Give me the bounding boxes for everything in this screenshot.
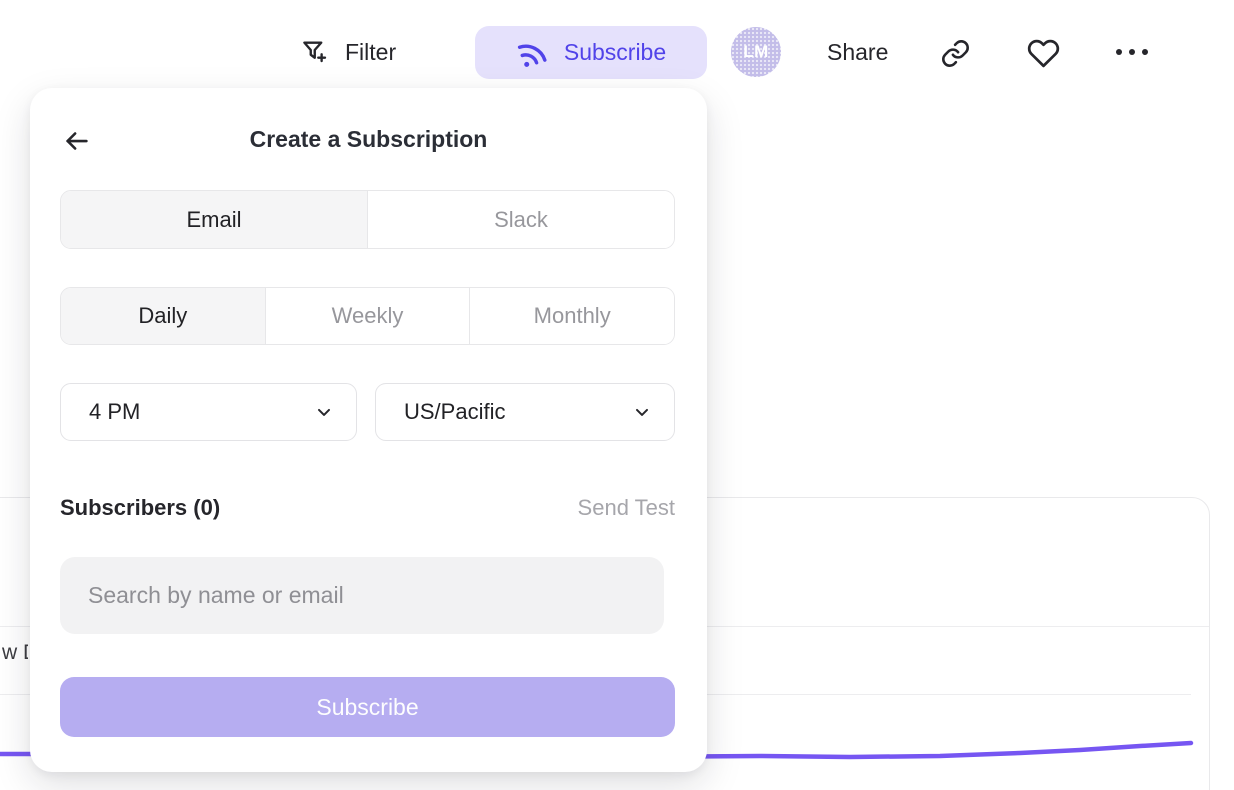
modal-subscribe-button[interactable]: Subscribe	[60, 677, 675, 737]
filter-icon	[300, 37, 330, 67]
time-select-value: 4 PM	[89, 399, 140, 425]
app-root: w D Filter Subscribe LM	[0, 0, 1234, 790]
timezone-select-value: US/Pacific	[404, 399, 505, 425]
tab-weekly[interactable]: Weekly	[265, 288, 470, 344]
frequency-tabs: Daily Weekly Monthly	[60, 287, 675, 345]
favorite-button[interactable]	[1026, 36, 1060, 70]
heart-icon	[1027, 37, 1060, 70]
rss-icon	[512, 32, 552, 72]
timezone-select[interactable]: US/Pacific	[375, 383, 675, 441]
subscribe-button[interactable]: Subscribe	[475, 26, 707, 79]
share-button[interactable]: Share	[827, 26, 888, 78]
background-text-fragment: w D	[2, 641, 28, 669]
more-menu-button[interactable]	[1112, 26, 1152, 78]
tab-daily[interactable]: Daily	[61, 288, 265, 344]
channel-tabs: Email Slack	[60, 190, 675, 249]
subscribe-label: Subscribe	[564, 39, 666, 66]
copy-link-button[interactable]	[938, 36, 972, 70]
chevron-down-icon	[314, 402, 334, 422]
subscriber-search-input[interactable]	[60, 557, 664, 634]
avatar[interactable]: LM	[731, 27, 781, 77]
chevron-down-icon	[632, 402, 652, 422]
avatar-initials: LM	[743, 42, 769, 62]
send-test-button[interactable]: Send Test	[578, 495, 675, 521]
tab-email[interactable]: Email	[61, 191, 367, 248]
subscribers-row: Subscribers (0) Send Test	[60, 492, 675, 524]
filter-button[interactable]: Filter	[300, 26, 396, 78]
modal-title: Create a Subscription	[30, 126, 707, 153]
ellipsis-icon	[1116, 49, 1122, 55]
tab-slack[interactable]: Slack	[367, 191, 674, 248]
time-select[interactable]: 4 PM	[60, 383, 357, 441]
filter-label: Filter	[345, 39, 396, 66]
subscribers-count-label: Subscribers (0)	[60, 495, 220, 521]
create-subscription-modal: Create a Subscription Email Slack Daily …	[30, 88, 707, 772]
share-label: Share	[827, 39, 888, 66]
tab-monthly[interactable]: Monthly	[469, 288, 674, 344]
link-icon	[940, 38, 971, 69]
